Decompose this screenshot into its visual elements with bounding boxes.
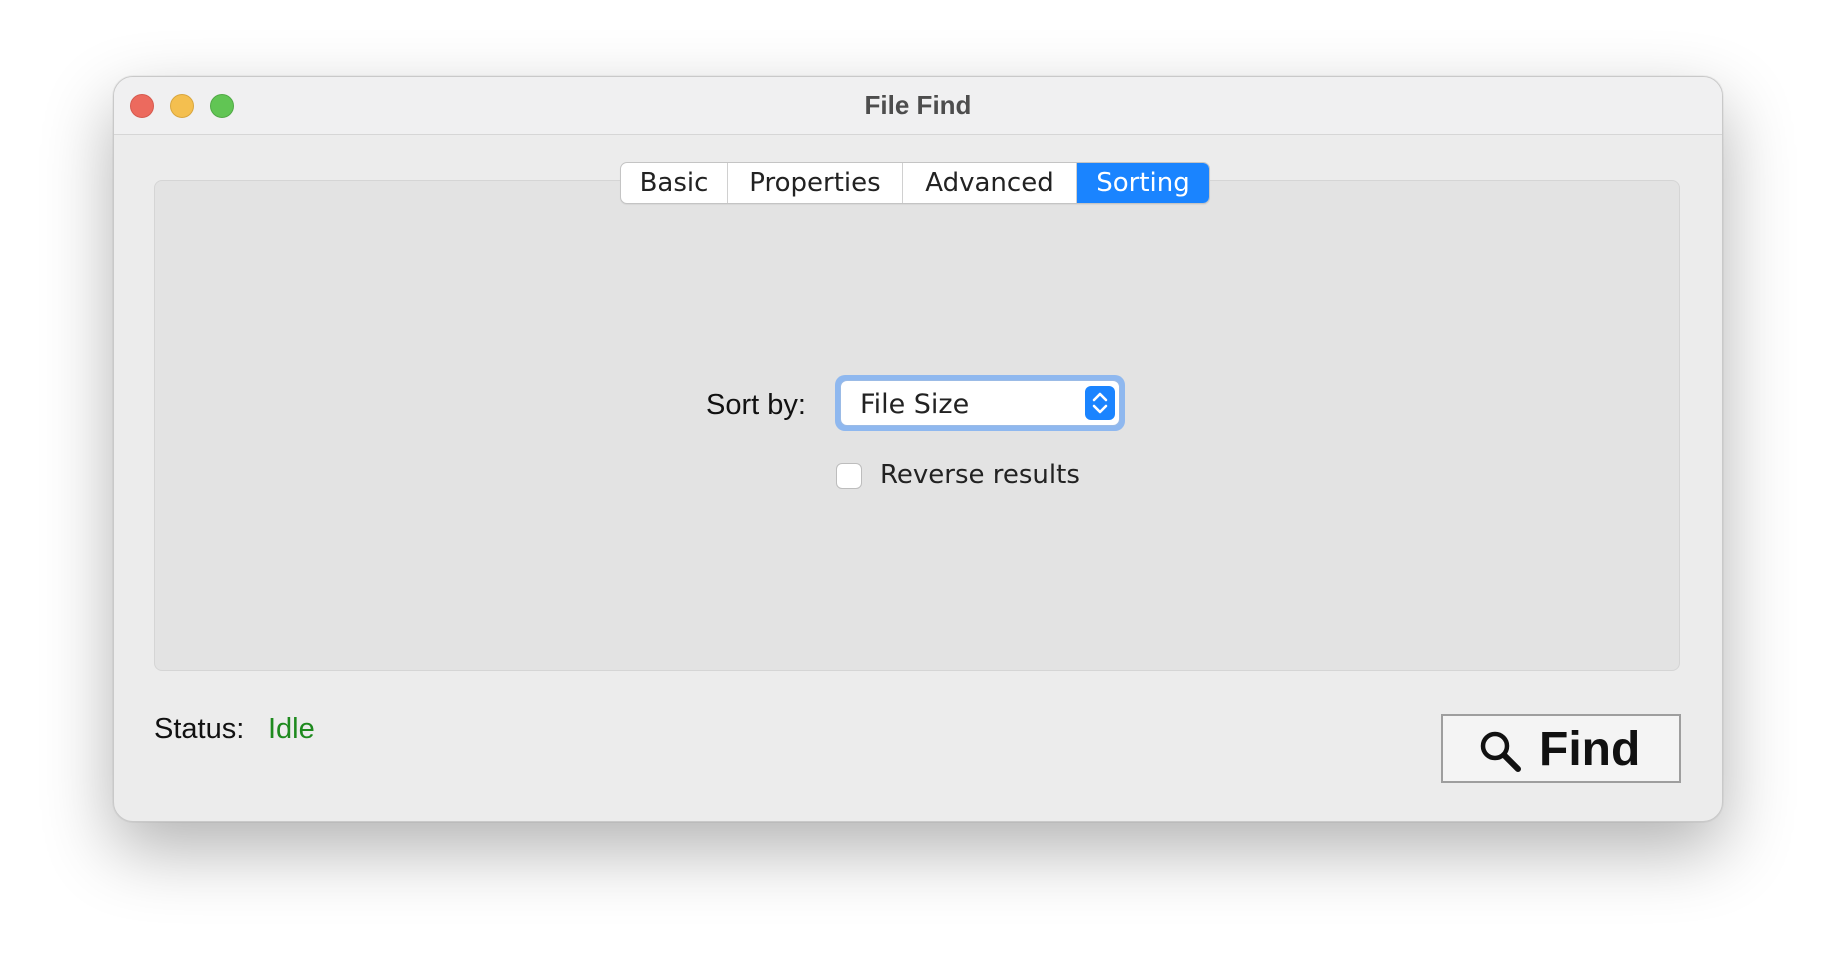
status-label: Status: [154, 713, 245, 745]
file-find-window: File Find Basic Properties Advanced Sort… [113, 76, 1723, 822]
find-button[interactable]: Find [1441, 714, 1681, 783]
sort-by-value: File Size [860, 389, 970, 420]
reverse-results-checkbox[interactable] [836, 463, 862, 489]
tab-bar: Basic Properties Advanced Sorting [620, 162, 1210, 204]
magnifier-icon [1477, 728, 1523, 774]
status-value: Idle [268, 713, 315, 745]
tab-basic[interactable]: Basic [621, 163, 728, 203]
find-button-label: Find [1539, 723, 1641, 776]
tab-sorting[interactable]: Sorting [1077, 163, 1209, 203]
tab-advanced[interactable]: Advanced [903, 163, 1077, 203]
title-bar[interactable]: File Find [114, 77, 1722, 135]
sort-by-select-focus-ring: File Size [835, 375, 1125, 431]
window-title: File Find [864, 90, 972, 120]
reverse-results-label[interactable]: Reverse results [880, 460, 1080, 490]
chevron-up-down-icon [1085, 386, 1115, 420]
tab-properties[interactable]: Properties [728, 163, 903, 203]
sort-by-select[interactable]: File Size [840, 380, 1120, 426]
sort-by-label: Sort by: [706, 389, 806, 421]
